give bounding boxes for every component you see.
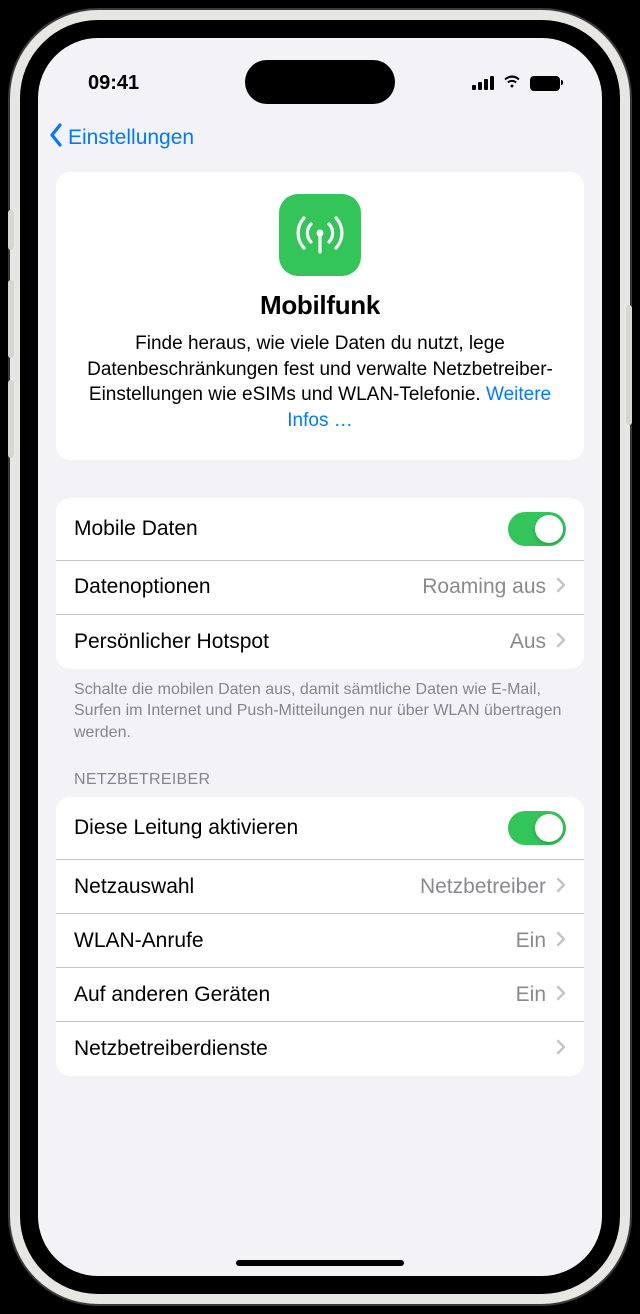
activate-line-row[interactable]: Diese Leitung aktivieren	[56, 797, 584, 860]
wifi-calling-row[interactable]: WLAN-Anrufe Ein	[56, 914, 584, 968]
row-label: Diese Leitung aktivieren	[74, 816, 298, 840]
row-label: Datenoptionen	[74, 575, 211, 599]
cellular-icon	[279, 194, 361, 276]
row-value: Netzbetreiber	[420, 875, 546, 899]
wifi-icon	[502, 72, 522, 95]
network-select-row[interactable]: Netzauswahl Netzbetreiber	[56, 860, 584, 914]
page-title: Mobilfunk	[80, 290, 560, 321]
hero-card: Mobilfunk Finde heraus, wie viele Daten …	[56, 172, 584, 460]
chevron-right-icon	[556, 630, 566, 654]
back-label: Einstellungen	[68, 126, 194, 150]
navigation-bar: Einstellungen	[38, 110, 602, 172]
hotspot-row[interactable]: Persönlicher Hotspot Aus	[56, 615, 584, 669]
status-time: 09:41	[88, 72, 139, 95]
row-label: Netzbetreiberdienste	[74, 1037, 268, 1061]
mobile-data-group: Mobile Daten Datenoptionen Roaming aus P…	[56, 498, 584, 669]
battery-icon	[530, 76, 560, 91]
chevron-right-icon	[556, 1037, 566, 1061]
row-value: Aus	[510, 630, 546, 654]
carrier-group: Diese Leitung aktivieren Netzauswahl Net…	[56, 797, 584, 1076]
activate-line-toggle[interactable]	[508, 811, 566, 845]
home-indicator[interactable]	[236, 1260, 404, 1266]
chevron-left-icon	[48, 122, 66, 154]
chevron-right-icon	[556, 929, 566, 953]
other-devices-row[interactable]: Auf anderen Geräten Ein	[56, 968, 584, 1022]
row-label: Mobile Daten	[74, 517, 198, 541]
row-value: Ein	[516, 929, 546, 953]
row-label: Persönlicher Hotspot	[74, 630, 269, 654]
row-value: Roaming aus	[422, 575, 546, 599]
chevron-right-icon	[556, 875, 566, 899]
volume-down-button	[8, 380, 14, 458]
carrier-services-row[interactable]: Netzbetreiberdienste	[56, 1022, 584, 1076]
row-label: WLAN-Anrufe	[74, 929, 204, 953]
chevron-right-icon	[556, 575, 566, 599]
silent-switch	[8, 210, 14, 250]
row-value: Ein	[516, 983, 546, 1007]
cellular-signal-icon	[472, 76, 494, 90]
back-button[interactable]: Einstellungen	[48, 122, 194, 154]
dynamic-island	[245, 60, 395, 104]
page-description: Finde heraus, wie viele Daten du nutzt, …	[80, 331, 560, 434]
group-footer-text: Schalte die mobilen Daten aus, damit säm…	[56, 669, 584, 744]
volume-up-button	[8, 280, 14, 358]
mobile-data-row[interactable]: Mobile Daten	[56, 498, 584, 561]
mobile-data-toggle[interactable]	[508, 512, 566, 546]
data-options-row[interactable]: Datenoptionen Roaming aus	[56, 561, 584, 615]
row-label: Auf anderen Geräten	[74, 983, 270, 1007]
power-button	[626, 305, 632, 425]
carrier-section-header: NETZBETREIBER	[56, 743, 584, 797]
row-label: Netzauswahl	[74, 875, 194, 899]
chevron-right-icon	[556, 983, 566, 1007]
